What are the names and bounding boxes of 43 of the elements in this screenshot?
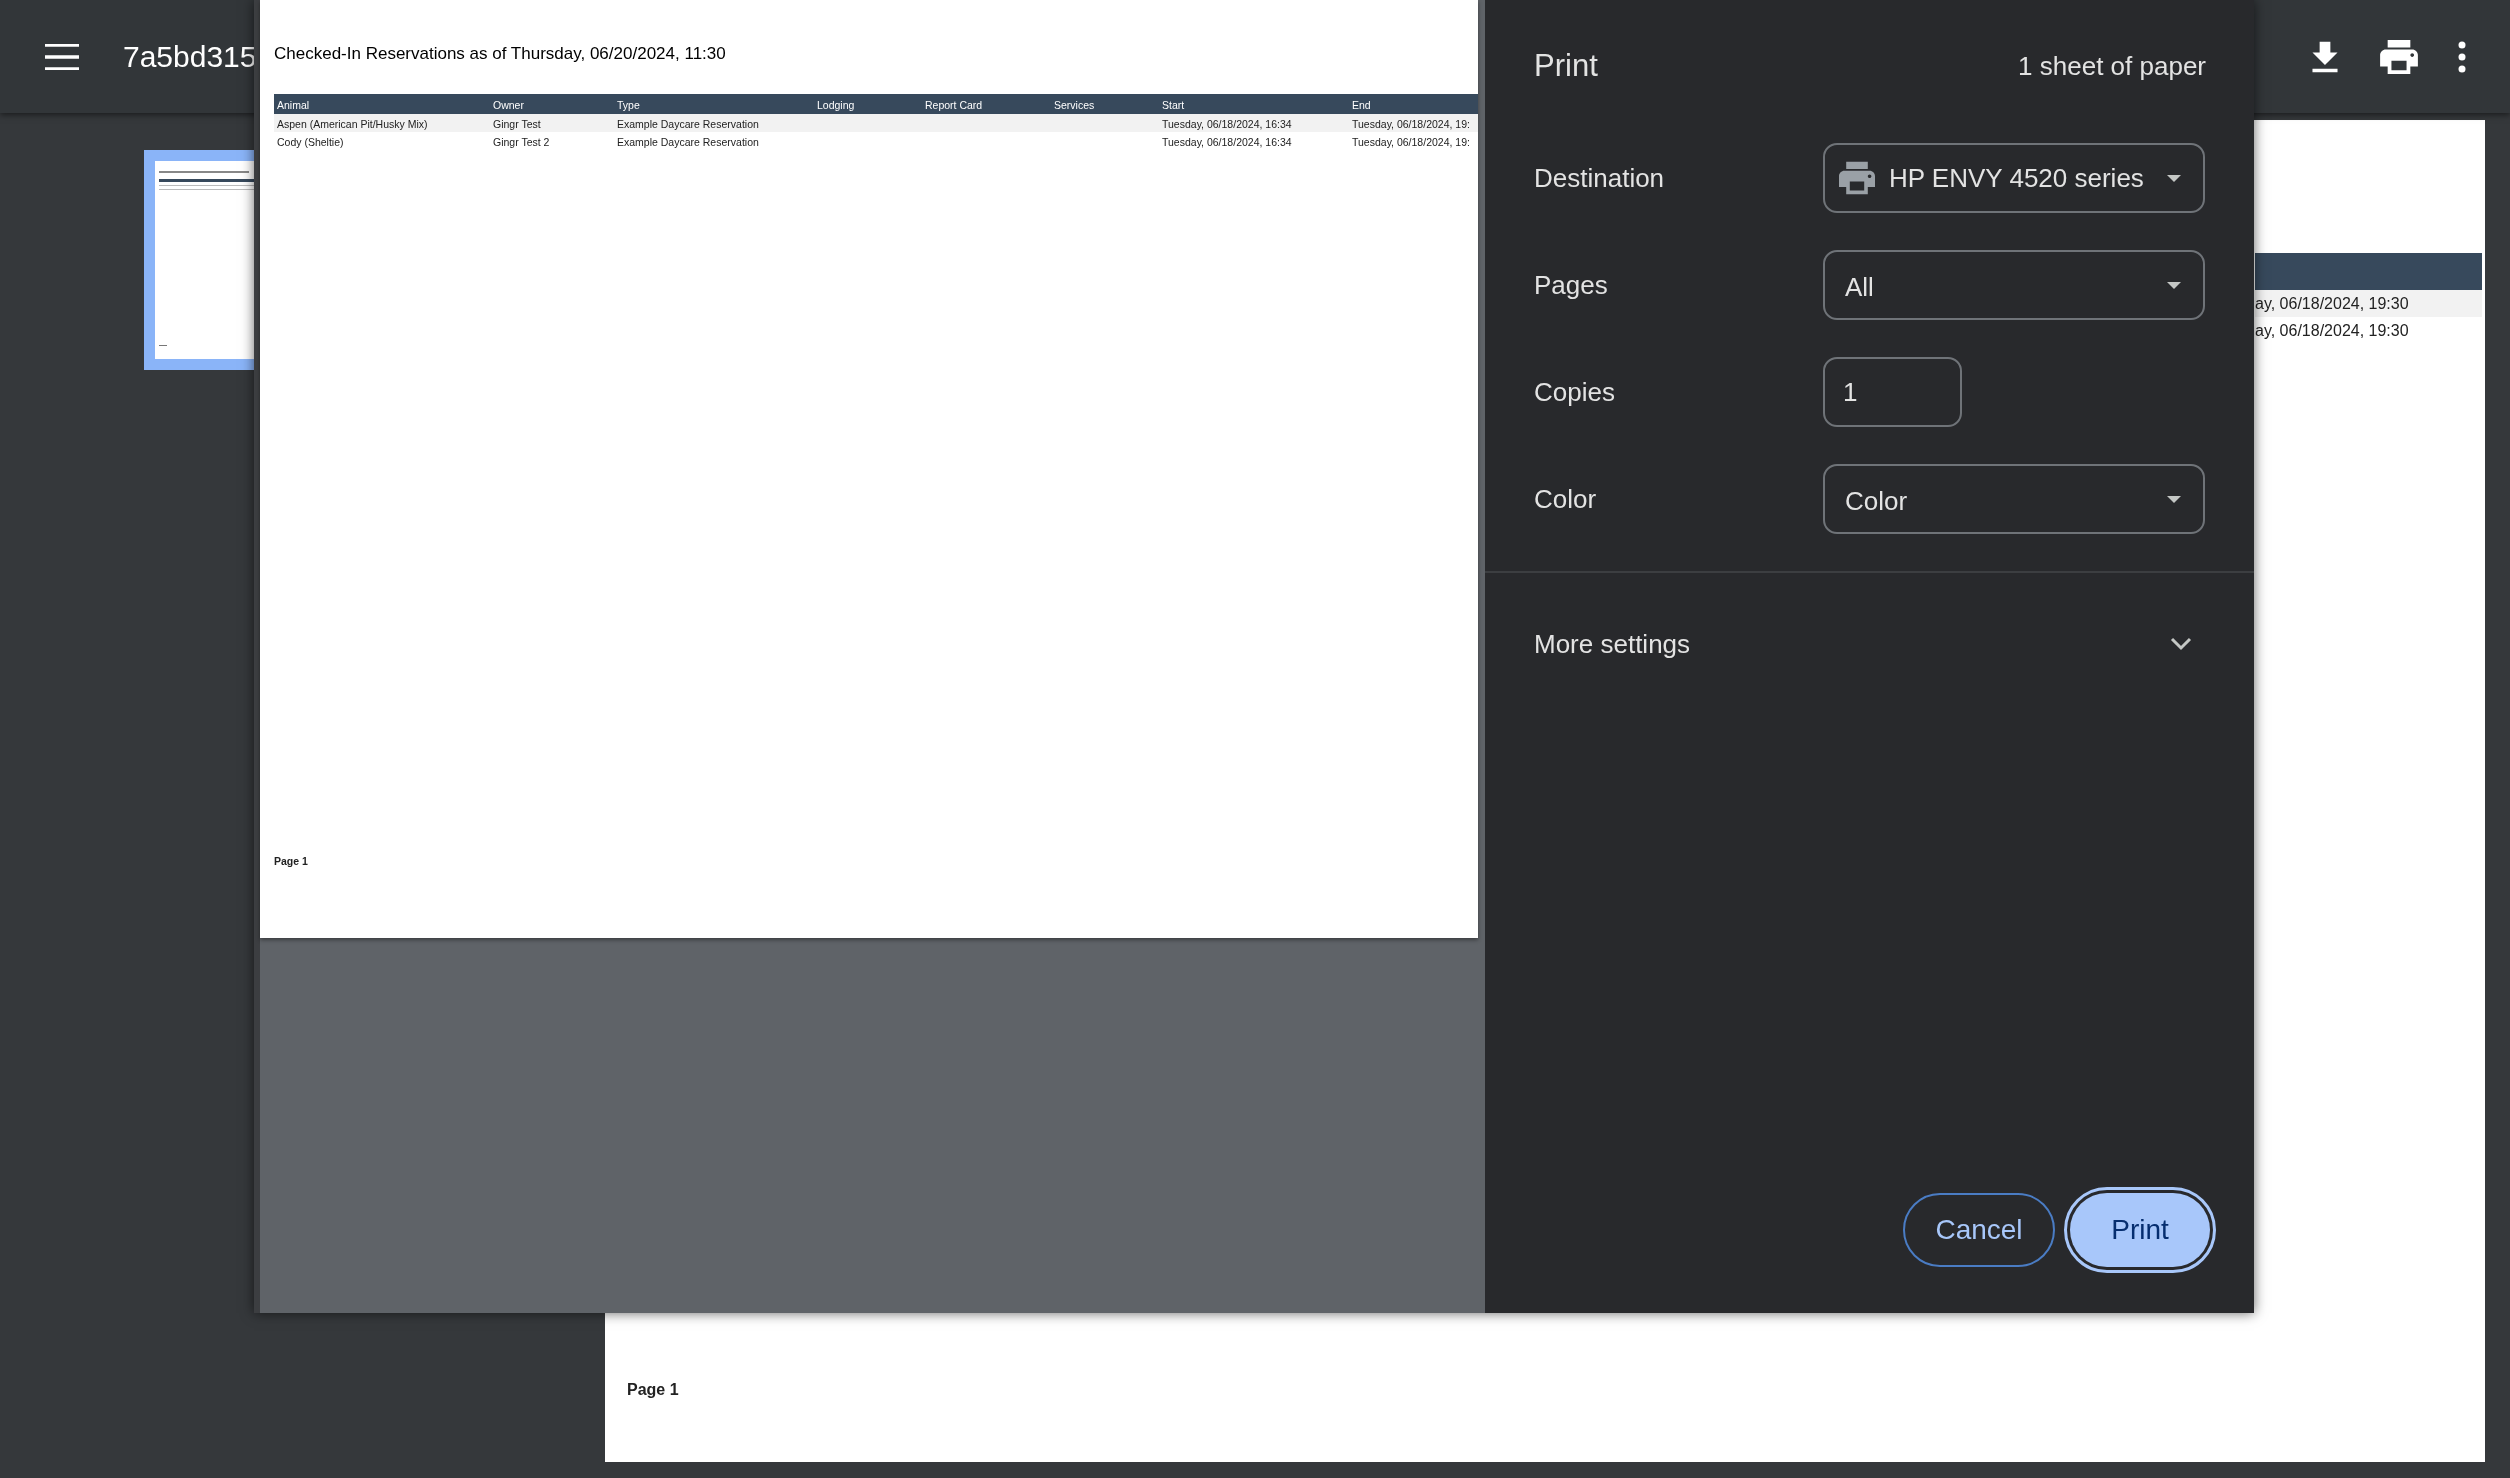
table-cell: Tuesday, 06/18/2024, 19: [1352, 135, 1470, 148]
dropdown-select[interactable]: All [1823, 250, 2205, 320]
dropdown-caret-icon [2167, 495, 2181, 503]
printer-icon [1839, 160, 1875, 196]
dropdown-select[interactable]: Color [1823, 464, 2205, 534]
table-cell: Gingr Test [493, 117, 541, 130]
dialog-title: Print [1534, 46, 1598, 85]
cancel-button[interactable]: Cancel [1903, 1193, 2055, 1267]
more-settings-toggle[interactable]: More settings [1485, 573, 2254, 715]
setting-label: Destination [1534, 161, 1666, 195]
setting-label: Pages [1534, 268, 1609, 302]
table-cell: Cody (Sheltie) [277, 135, 344, 148]
setting-label: Copies [1534, 375, 1616, 409]
table-cell: Tuesday, 06/18/2024, 16:34 [1162, 117, 1292, 130]
table-cell: Aspen (American Pit/Husky Mix) [277, 117, 428, 130]
print-icon[interactable] [2380, 39, 2418, 74]
setting-label: Color [1534, 482, 1598, 516]
table-cell: Tuesday, 06/18/2024, 16:34 [1162, 135, 1292, 148]
document-title: 7a5bd315 [123, 39, 257, 75]
copies-input[interactable]: 1 [1823, 357, 1962, 427]
column-header: Owner [493, 98, 524, 111]
table-cell-text: ay, 06/18/2024, 19:30 [2255, 320, 2409, 341]
column-header: Type [617, 98, 640, 111]
more-options-icon[interactable] [2456, 40, 2468, 73]
page-number: Page 1 [274, 854, 308, 870]
table-cell: Example Daycare Reservation [617, 135, 759, 148]
page-thumbnail-drawing[interactable] [144, 150, 254, 370]
dropdown-caret-icon [2167, 281, 2181, 289]
table-cell-text: ay, 06/18/2024, 19:30 [2255, 293, 2409, 314]
column-header: End [1352, 98, 1371, 111]
sheet-count: 1 sheet of paper [2018, 49, 2206, 83]
column-header: Lodging [817, 98, 855, 111]
column-header: Services [1054, 98, 1095, 111]
dropdown-caret-icon [2167, 174, 2181, 182]
destination-select[interactable]: HP ENVY 4520 series [1823, 143, 2205, 213]
report-title: Checked-In Reservations as of Thursday, 06/20/2024, 11:30 [274, 43, 726, 65]
table-cell: Example Daycare Reservation [617, 117, 759, 130]
column-header: Start [1162, 98, 1185, 111]
table-cell: Tuesday, 06/18/2024, 19: [1352, 117, 1470, 130]
column-header: Report Card [925, 98, 983, 111]
page-number: Page 1 [627, 1380, 679, 1400]
column-header: Animal [277, 98, 310, 111]
table-cell: Gingr Test 2 [493, 135, 550, 148]
